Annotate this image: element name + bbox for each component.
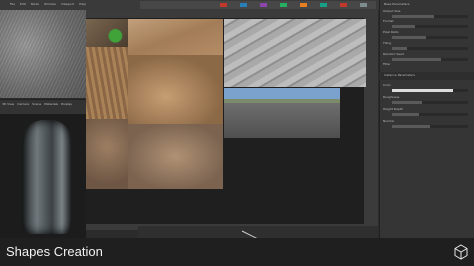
reference-image-mud-ridges [86, 47, 128, 119]
property-label: Color [383, 84, 391, 87]
property-slider[interactable] [392, 25, 468, 28]
property-label: Height Depth [383, 108, 404, 111]
color-swatch[interactable] [280, 3, 287, 7]
property-slider[interactable] [392, 113, 468, 116]
color-swatch[interactable] [320, 3, 327, 7]
color-swatch[interactable] [360, 3, 367, 7]
tab-3d-view[interactable]: 3D View [2, 103, 14, 106]
reference-image-grey-mud [224, 19, 366, 87]
menu-help[interactable]: Help [79, 3, 86, 6]
color-swatch[interactable] [240, 3, 247, 7]
3d-preview-mesh [22, 120, 72, 234]
color-swatch[interactable] [220, 3, 227, 7]
section-header[interactable]: Base Parameters [384, 3, 468, 6]
property-label: Random Seed [383, 53, 404, 56]
menu-viewport[interactable]: Viewport [61, 3, 74, 6]
tab-scene[interactable]: Scene [32, 103, 41, 106]
2d-view[interactable] [0, 10, 86, 98]
tab-camera[interactable]: Camera [17, 103, 29, 106]
property-slider[interactable] [392, 15, 468, 18]
property-label: Output Size [383, 10, 401, 13]
reference-image-mud-flat [128, 19, 223, 55]
color-swatch[interactable] [260, 3, 267, 7]
video-title: Shapes Creation [6, 244, 103, 259]
graph-toolbar [140, 1, 376, 9]
tab-materials[interactable]: Materials [44, 103, 58, 106]
color-swatch[interactable] [300, 3, 307, 7]
menu-mode[interactable]: Mode [31, 3, 39, 6]
tab-display[interactable]: Display [61, 103, 72, 106]
reference-image-moss [86, 19, 128, 47]
property-label: Tiling [383, 42, 392, 45]
menu-window[interactable]: Window [44, 3, 56, 6]
property-label: Pixel Ratio [383, 31, 399, 34]
reference-image-mud-pool [224, 88, 340, 138]
menu-file[interactable]: File [10, 3, 15, 6]
reference-image-mud-close [86, 119, 128, 189]
property-label: Filter [383, 63, 391, 66]
property-slider[interactable] [392, 125, 468, 128]
property-label: Normal [383, 120, 394, 123]
property-label: Roughness [383, 96, 400, 99]
color-swatch[interactable] [340, 3, 347, 7]
section-header-2[interactable]: Instance Parameters [379, 72, 474, 80]
menu-edit[interactable]: Edit [20, 3, 26, 6]
property-slider[interactable] [392, 36, 468, 39]
property-slider[interactable] [392, 101, 468, 104]
property-slider[interactable] [392, 47, 468, 50]
property-label: Format [383, 20, 394, 23]
cube-logo-icon [454, 244, 468, 260]
3d-view-header: 3D View Camera Scene Materials Display [0, 99, 86, 114]
menu-bar: File Edit Mode Window Viewport Help [10, 3, 86, 6]
property-slider[interactable] [392, 58, 468, 61]
property-slider[interactable] [392, 89, 468, 92]
graph-canvas-bottom[interactable] [138, 226, 378, 240]
reference-image-mud-clumps [128, 124, 223, 189]
reference-image-dry-mud [128, 55, 223, 124]
